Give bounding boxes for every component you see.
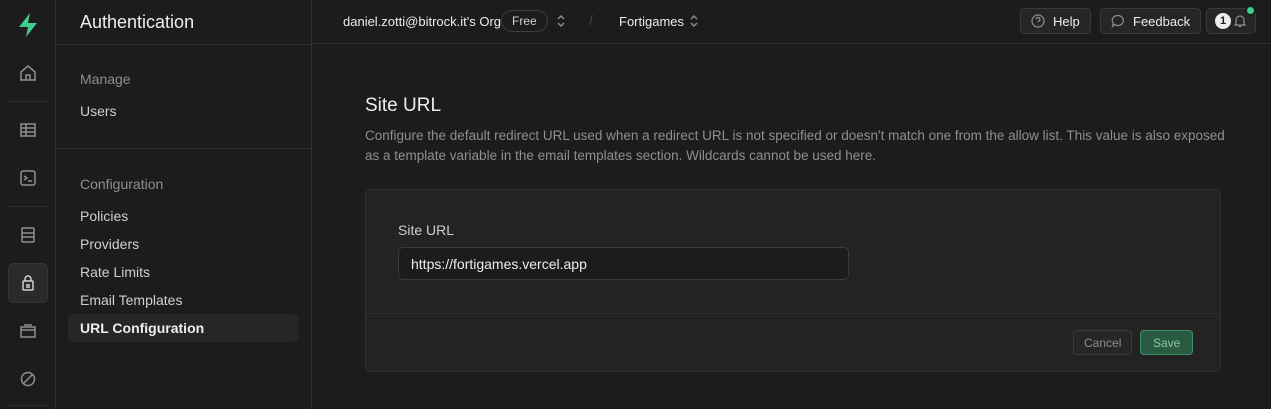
- sidebar-group-manage: Manage: [80, 71, 131, 87]
- org-selector[interactable]: daniel.zotti@bitrock.it's Org: [343, 13, 501, 31]
- realtime-icon[interactable]: [8, 359, 48, 399]
- chevron-up-down-icon[interactable]: [555, 13, 567, 29]
- auth-sidebar: Authentication Manage Users Configuratio…: [56, 0, 312, 409]
- top-bar: daniel.zotti@bitrock.it's Org Free / For…: [312, 0, 1271, 44]
- chevron-up-down-icon[interactable]: [688, 13, 700, 29]
- help-button[interactable]: Help: [1020, 8, 1091, 34]
- sidebar-group-configuration: Configuration: [80, 176, 164, 192]
- home-icon[interactable]: [8, 53, 48, 93]
- plan-badge: Free: [501, 10, 548, 32]
- bell-icon: [1233, 15, 1247, 28]
- breadcrumb-separator: /: [589, 12, 593, 28]
- notification-count: 1: [1215, 13, 1231, 29]
- notification-indicator: [1245, 5, 1256, 16]
- help-label: Help: [1053, 13, 1080, 29]
- feedback-label: Feedback: [1133, 13, 1191, 29]
- authentication-icon[interactable]: [8, 263, 48, 303]
- storage-icon[interactable]: [8, 311, 48, 351]
- help-circle-icon: [1031, 14, 1045, 28]
- sidebar-item-email-templates[interactable]: Email Templates: [80, 290, 182, 310]
- supabase-logo-icon[interactable]: [16, 12, 40, 38]
- site-url-input[interactable]: [398, 247, 849, 280]
- feedback-icon: [1111, 14, 1124, 28]
- site-url-card: Site URL Cancel Save: [365, 189, 1221, 372]
- cancel-button[interactable]: Cancel: [1073, 330, 1133, 355]
- feedback-button[interactable]: Feedback: [1100, 8, 1202, 34]
- sidebar-item-users[interactable]: Users: [80, 101, 117, 121]
- table-editor-icon[interactable]: [8, 110, 48, 150]
- page-description: Configure the default redirect URL used …: [365, 128, 1225, 163]
- site-url-label: Site URL: [398, 222, 455, 238]
- database-icon[interactable]: [8, 215, 48, 255]
- sidebar-item-providers[interactable]: Providers: [80, 234, 139, 254]
- sidebar-item-rate-limits[interactable]: Rate Limits: [80, 262, 150, 282]
- sidebar-title: Authentication: [80, 12, 195, 32]
- main-content: Site URL Configure the default redirect …: [312, 45, 1271, 409]
- save-button[interactable]: Save: [1140, 330, 1194, 355]
- page-title: Site URL: [365, 95, 442, 116]
- sql-editor-icon[interactable]: [8, 158, 48, 198]
- icon-rail: [0, 0, 56, 409]
- project-selector[interactable]: Fortigames: [619, 13, 684, 31]
- sidebar-item-url-configuration[interactable]: URL Configuration: [68, 314, 299, 342]
- sidebar-item-policies[interactable]: Policies: [80, 206, 128, 226]
